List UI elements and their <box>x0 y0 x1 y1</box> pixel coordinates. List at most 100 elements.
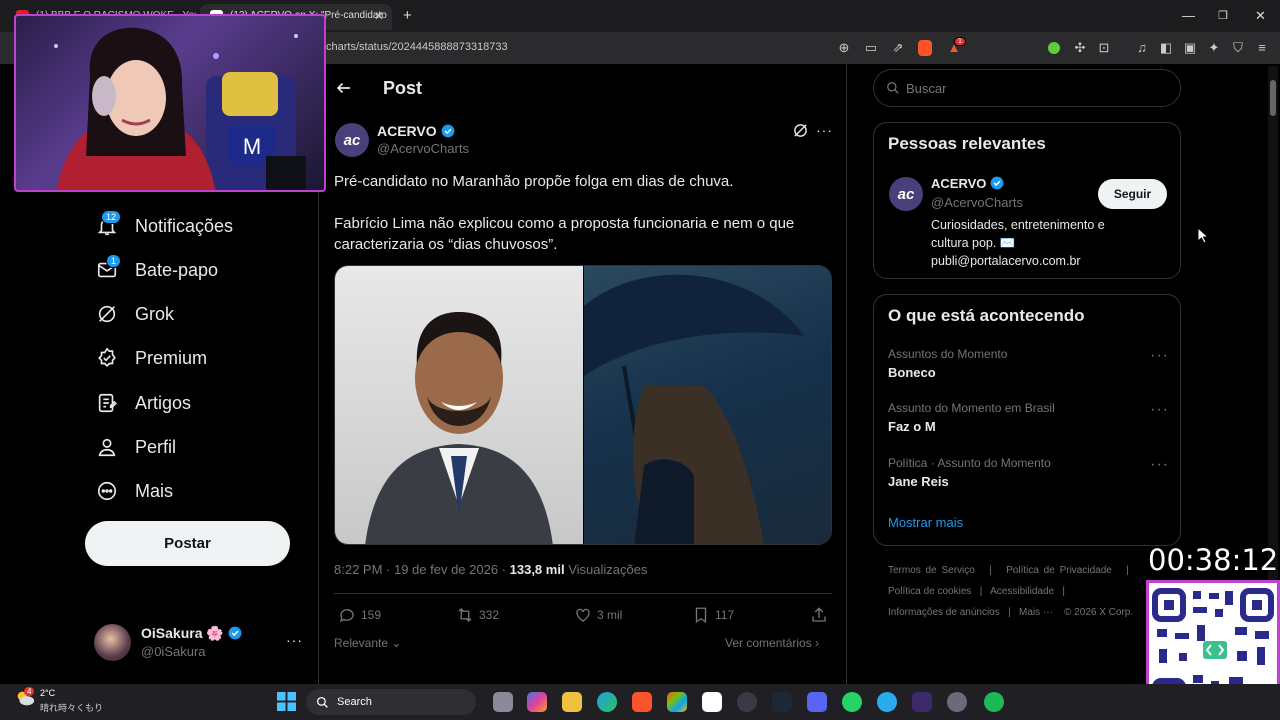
post-button[interactable]: Postar <box>85 521 290 566</box>
vpn-icon[interactable]: ⛉ <box>1229 39 1247 57</box>
search-icon <box>316 696 328 708</box>
leo-ai-icon[interactable]: ✦ <box>1205 39 1223 57</box>
settings-icon[interactable] <box>947 692 967 712</box>
task-view-icon[interactable] <box>493 692 513 712</box>
install-app-icon[interactable]: ▭ <box>862 39 880 57</box>
screenshot-icon[interactable]: ⊡ <box>1095 39 1113 57</box>
extensions-icon[interactable]: ✣ <box>1071 39 1089 57</box>
telegram-icon[interactable] <box>877 692 897 712</box>
like-button[interactable]: 3 mil <box>574 606 622 624</box>
store-icon[interactable] <box>667 692 687 712</box>
bookmark-button[interactable]: 117 <box>692 606 734 624</box>
author-name[interactable]: ACERVO <box>377 123 455 139</box>
chevron-right-icon: › <box>811 636 820 650</box>
trend-item[interactable]: Política · Assunto do Momento Jane Reis <box>888 456 1051 489</box>
wallet-icon[interactable]: ▣ <box>1181 39 1199 57</box>
relevant-people-title: Pessoas relevantes <box>888 134 1046 153</box>
post-meta: 8:22 PM · 19 de fev de 2026 · 133,8 mil … <box>334 562 648 577</box>
trend-more-icon[interactable]: ··· <box>1150 456 1169 474</box>
relevant-bio: Curiosidades, entretenimento e cultura p… <box>931 218 1105 268</box>
heart-icon <box>576 608 590 622</box>
relevant-handle: @AcervoCharts <box>931 195 1023 210</box>
url-field[interactable]: charts/status/2024445888873318733 <box>326 41 508 53</box>
reply-button[interactable]: 159 <box>338 606 381 624</box>
weather-desc: 晴れ時々くもり <box>40 703 104 713</box>
edge-icon[interactable] <box>597 692 617 712</box>
more-icon <box>94 478 120 504</box>
share-icon[interactable] <box>810 606 828 629</box>
premium-icon <box>94 345 120 371</box>
brave-icon[interactable] <box>632 692 652 712</box>
grok-explain-icon[interactable] <box>792 122 809 144</box>
scrollbar-thumb[interactable] <box>1270 80 1276 116</box>
nav-grok[interactable]: Grok <box>94 299 174 329</box>
windows-start-icon[interactable] <box>277 692 296 711</box>
person-icon <box>94 434 120 460</box>
taskbar: 4 2°C 晴れ時々くもり Search <box>0 684 1280 720</box>
search-input[interactable]: Buscar <box>873 69 1181 107</box>
zoom-icon[interactable]: ⊕ <box>835 39 853 57</box>
chat-badge: 1 <box>106 254 122 268</box>
umbrella-photo <box>584 266 831 544</box>
bookmark-icon <box>695 607 707 624</box>
nav-articles[interactable]: Artigos <box>94 388 191 418</box>
file-explorer-icon[interactable] <box>562 692 582 712</box>
capcut-icon[interactable] <box>702 692 722 712</box>
repost-icon <box>458 608 472 622</box>
follow-button[interactable]: Seguir <box>1098 179 1167 209</box>
sort-dropdown[interactable]: Relevante ⌄ <box>334 636 401 650</box>
see-comments-link[interactable]: Ver comentários › <box>725 636 819 650</box>
repost-button[interactable]: 332 <box>456 606 499 624</box>
show-more-link[interactable]: Mostrar mais <box>888 515 963 530</box>
mouse-cursor-icon <box>1197 226 1210 249</box>
nav-premium[interactable]: Premium <box>94 343 207 373</box>
nav-profile[interactable]: Perfil <box>94 432 176 462</box>
reply-icon <box>339 609 354 623</box>
close-tab-icon[interactable]: ✕ <box>374 9 384 23</box>
nav-more[interactable]: Mais <box>94 476 173 506</box>
author-handle[interactable]: @AcervoCharts <box>377 141 469 156</box>
menu-icon[interactable]: ≡ <box>1253 39 1271 57</box>
back-arrow-icon[interactable] <box>335 79 353 102</box>
stream-timer: 00:38:12 <box>1148 543 1279 577</box>
obs-icon[interactable] <box>737 692 757 712</box>
steam-icon[interactable] <box>772 692 792 712</box>
taskbar-search[interactable]: Search <box>306 689 476 715</box>
trend-more-icon[interactable]: ··· <box>1150 347 1169 365</box>
footer-links-2: Política de cookies | Acessibilidade | <box>888 586 1066 597</box>
grok-icon <box>94 301 120 327</box>
post-image[interactable] <box>334 265 832 545</box>
author-avatar[interactable]: ac <box>335 123 369 157</box>
app-icon[interactable] <box>912 692 932 712</box>
footer-links-3: Informações de anúncios | Mais ··· © 202… <box>888 607 1134 618</box>
close-window-icon[interactable]: ✕ <box>1255 8 1266 24</box>
minimize-icon[interactable]: — <box>1182 8 1195 23</box>
post-more-icon[interactable]: ··· <box>816 122 833 138</box>
discord-icon[interactable] <box>807 692 827 712</box>
status-dot-icon[interactable] <box>1048 42 1060 54</box>
post-text-1: Pré-candidato no Maranhão propõe folga e… <box>334 173 734 190</box>
relevant-avatar[interactable]: ac <box>889 177 923 211</box>
trend-more-icon[interactable]: ··· <box>1150 401 1169 419</box>
footer-links-1: Termos de Serviço | Política de Privacid… <box>888 565 1129 576</box>
verified-badge-icon <box>441 124 454 138</box>
chevron-down-icon: ⌄ <box>388 636 402 650</box>
account-name[interactable]: OiSakura 🌸 <box>141 625 242 642</box>
account-avatar[interactable] <box>94 624 131 661</box>
brave-shield-icon[interactable] <box>918 40 932 56</box>
trends-title: O que está acontecendo <box>888 306 1085 325</box>
music-icon[interactable]: ♫ <box>1133 39 1151 57</box>
sidebar-icon[interactable]: ◧ <box>1157 39 1175 57</box>
verified-badge-icon <box>228 626 242 640</box>
whatsapp-icon[interactable] <box>842 692 862 712</box>
articles-icon <box>94 390 120 416</box>
relevant-name[interactable]: ACERVO <box>931 176 1004 191</box>
account-menu-icon[interactable]: ··· <box>286 632 303 648</box>
spotify-icon[interactable] <box>984 692 1004 712</box>
trend-item[interactable]: Assuntos do Momento Boneco <box>888 347 1007 380</box>
copilot-icon[interactable] <box>527 692 547 712</box>
trend-item[interactable]: Assunto do Momento em Brasil Faz o M <box>888 401 1055 434</box>
new-tab-icon[interactable]: + <box>403 7 412 24</box>
maximize-icon[interactable]: ❐ <box>1218 9 1228 22</box>
share-icon[interactable]: ⇗ <box>889 39 907 57</box>
